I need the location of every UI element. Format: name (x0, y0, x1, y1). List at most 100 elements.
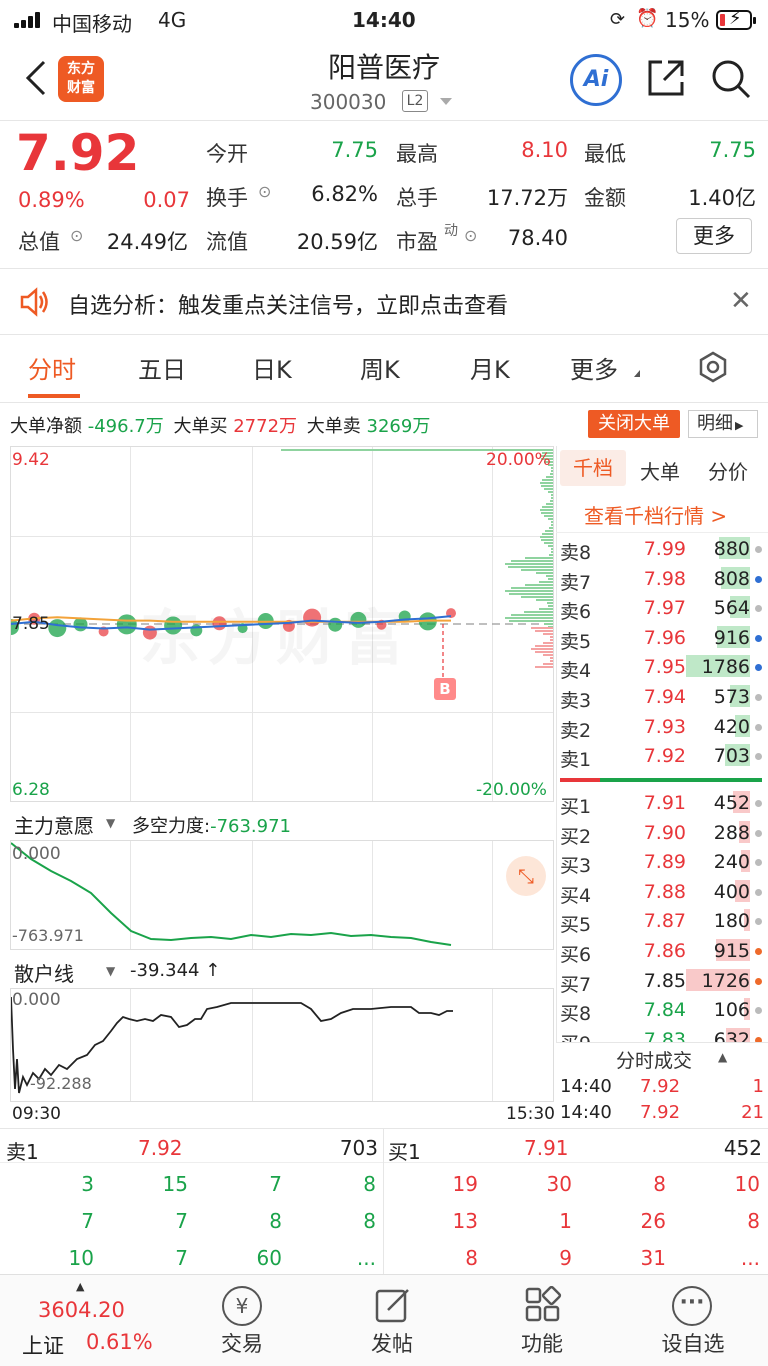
buy-level-row[interactable]: 买1 7.91 452 (556, 788, 768, 818)
dropdown-icon[interactable]: ▼ (106, 816, 115, 830)
trade-icon[interactable]: ¥ (222, 1286, 262, 1326)
share-icon[interactable] (646, 58, 686, 98)
info-icon[interactable]: ⊙ (70, 226, 83, 245)
info-icon[interactable]: ⊙ (258, 182, 271, 201)
tab-five-day[interactable]: 五日 (138, 350, 186, 385)
level-badge[interactable]: L2 (402, 90, 428, 112)
sell-order-bubble (328, 617, 343, 632)
collapse-icon[interactable]: ▲ (718, 1050, 727, 1064)
level-price: 7.86 (643, 940, 686, 962)
alarm-icon: ⏰ (636, 8, 659, 29)
nav-post[interactable]: 发帖 (352, 1328, 432, 1358)
dropdown-icon[interactable]: ▼ (106, 964, 115, 978)
functions-icon[interactable] (524, 1286, 562, 1324)
code-dropdown-icon[interactable] (440, 98, 452, 105)
buy-marker[interactable]: B (434, 678, 456, 700)
sell-level-row[interactable]: 卖3 7.94 573 (556, 682, 768, 712)
sell-volume-profile-bar (548, 491, 553, 493)
info-icon[interactable]: ⊙ (464, 226, 477, 245)
tab-daily-k[interactable]: 日K (252, 350, 292, 385)
settings-icon[interactable] (696, 350, 730, 384)
sell-level-row[interactable]: 卖2 7.93 420 (556, 712, 768, 742)
buy-volume-profile-bar (543, 642, 553, 644)
close-icon[interactable]: ✕ (730, 286, 752, 316)
indicator2-value: -39.344 ↑ (130, 960, 221, 981)
clock: 14:40 (352, 8, 416, 32)
index-value[interactable]: 3604.20 (38, 1298, 125, 1322)
level-volume: 915 (713, 940, 750, 962)
tab-intraday[interactable]: 分时 (28, 350, 76, 385)
sell-level-row[interactable]: 卖5 7.96 916 (556, 623, 768, 653)
tab-weekly-k[interactable]: 周K (360, 350, 400, 385)
sell-queue-cell: 60 (256, 1246, 282, 1270)
turnover-label: 换手 (206, 186, 248, 210)
sell-level-row[interactable]: 卖8 7.99 880 (556, 534, 768, 564)
pe-superscript: 动 (444, 223, 458, 239)
pct-max-label: 20.00% (486, 450, 551, 470)
nav-trade[interactable]: 交易 (202, 1328, 282, 1358)
buy-level-row[interactable]: 买2 7.90 288 (556, 818, 768, 848)
nav-functions[interactable]: 功能 (502, 1328, 582, 1358)
buy-level-row[interactable]: 买8 7.84 106 (556, 995, 768, 1025)
tab-level-depth[interactable]: 千档 (560, 450, 626, 486)
y-max-label: 9.42 (12, 450, 50, 470)
open-label: 今开 (206, 142, 248, 166)
app-logo: 东方 财富 (58, 56, 104, 102)
sell-level-row[interactable]: 卖1 7.92 703 (556, 741, 768, 771)
indicator1-name[interactable]: 主力意愿 (14, 810, 94, 839)
trades-title[interactable]: 分时成交 (616, 1046, 692, 1073)
level-volume: 288 (713, 821, 750, 844)
float-cap-label: 流值 (206, 230, 248, 254)
level-dot (755, 575, 762, 583)
notice-text[interactable]: 自选分析：触发重点关注信号，立即点击查看 (68, 288, 508, 320)
detail-button[interactable]: 明细 ▶ (688, 410, 758, 438)
sell-volume-profile-bar (511, 614, 553, 616)
sell-volume-profile-bar (525, 584, 553, 586)
indicator2-name[interactable]: 散户线 (14, 958, 74, 987)
level-price: 7.85 (643, 969, 686, 992)
post-icon[interactable] (374, 1286, 412, 1324)
ai-button[interactable]: Ai (570, 54, 622, 106)
level-price: 7.93 (643, 715, 686, 738)
nav-add-watchlist[interactable]: 设自选 (648, 1328, 738, 1358)
buy-order-bubble (303, 608, 322, 627)
depth-link[interactable]: 查看千档行情 > (584, 500, 727, 529)
tab-more[interactable]: 更多 (570, 350, 618, 385)
sell-volume-profile-bar (549, 554, 553, 556)
sell-level-row[interactable]: 卖7 7.98 808 (556, 564, 768, 594)
sell-level-row[interactable]: 卖6 7.97 564 (556, 593, 768, 623)
expand-index-icon[interactable]: ▲ (76, 1280, 84, 1293)
intraday-price-chart[interactable] (11, 447, 553, 801)
expand-icon[interactable]: ⤡ (506, 856, 546, 896)
tab-big-orders[interactable]: 大单 (640, 456, 680, 485)
buy-level-row[interactable]: 买3 7.89 240 (556, 847, 768, 877)
buy-volume-profile-bar (535, 666, 553, 668)
network-type: 4G (158, 8, 187, 32)
back-icon[interactable] (22, 58, 48, 98)
search-icon[interactable] (710, 58, 752, 100)
change-percent: 0.89% (18, 188, 85, 212)
sell-volume-profile-bar (551, 467, 553, 469)
more-button[interactable]: 更多 (676, 218, 752, 254)
app-header: 东方 财富 阳普医疗 300030 L2 Ai (0, 40, 768, 118)
sell-volume-profile-bar (511, 587, 553, 589)
pct-min-label: -20.00% (476, 780, 547, 800)
close-big-order-button[interactable]: 关闭大单 (588, 410, 680, 438)
battery-icon: ⚡ (716, 8, 756, 30)
buy-level-row[interactable]: 买4 7.88 400 (556, 877, 768, 907)
buy-level-row[interactable]: 买7 7.85 1726 (556, 966, 768, 996)
more-options-icon[interactable]: ··· (672, 1286, 712, 1326)
sell-volume-profile-bar (509, 593, 553, 595)
buy-level-row[interactable]: 买6 7.86 915 (556, 936, 768, 966)
tab-price-distribution[interactable]: 分价 (708, 456, 748, 485)
sell-volume-profile-bar (540, 482, 553, 484)
active-tab-indicator (28, 394, 80, 398)
level-label: 买8 (560, 1003, 592, 1026)
buy-level-row[interactable]: 买5 7.87 180 (556, 906, 768, 936)
sell-volume-profile-bar (544, 542, 553, 544)
sell-volume-profile-bar (521, 596, 553, 598)
sell-level-row[interactable]: 卖4 7.95 1786 (556, 652, 768, 682)
level-dot (755, 605, 762, 613)
sell-volume-profile-bar (541, 539, 553, 541)
tab-monthly-k[interactable]: 月K (470, 350, 510, 385)
